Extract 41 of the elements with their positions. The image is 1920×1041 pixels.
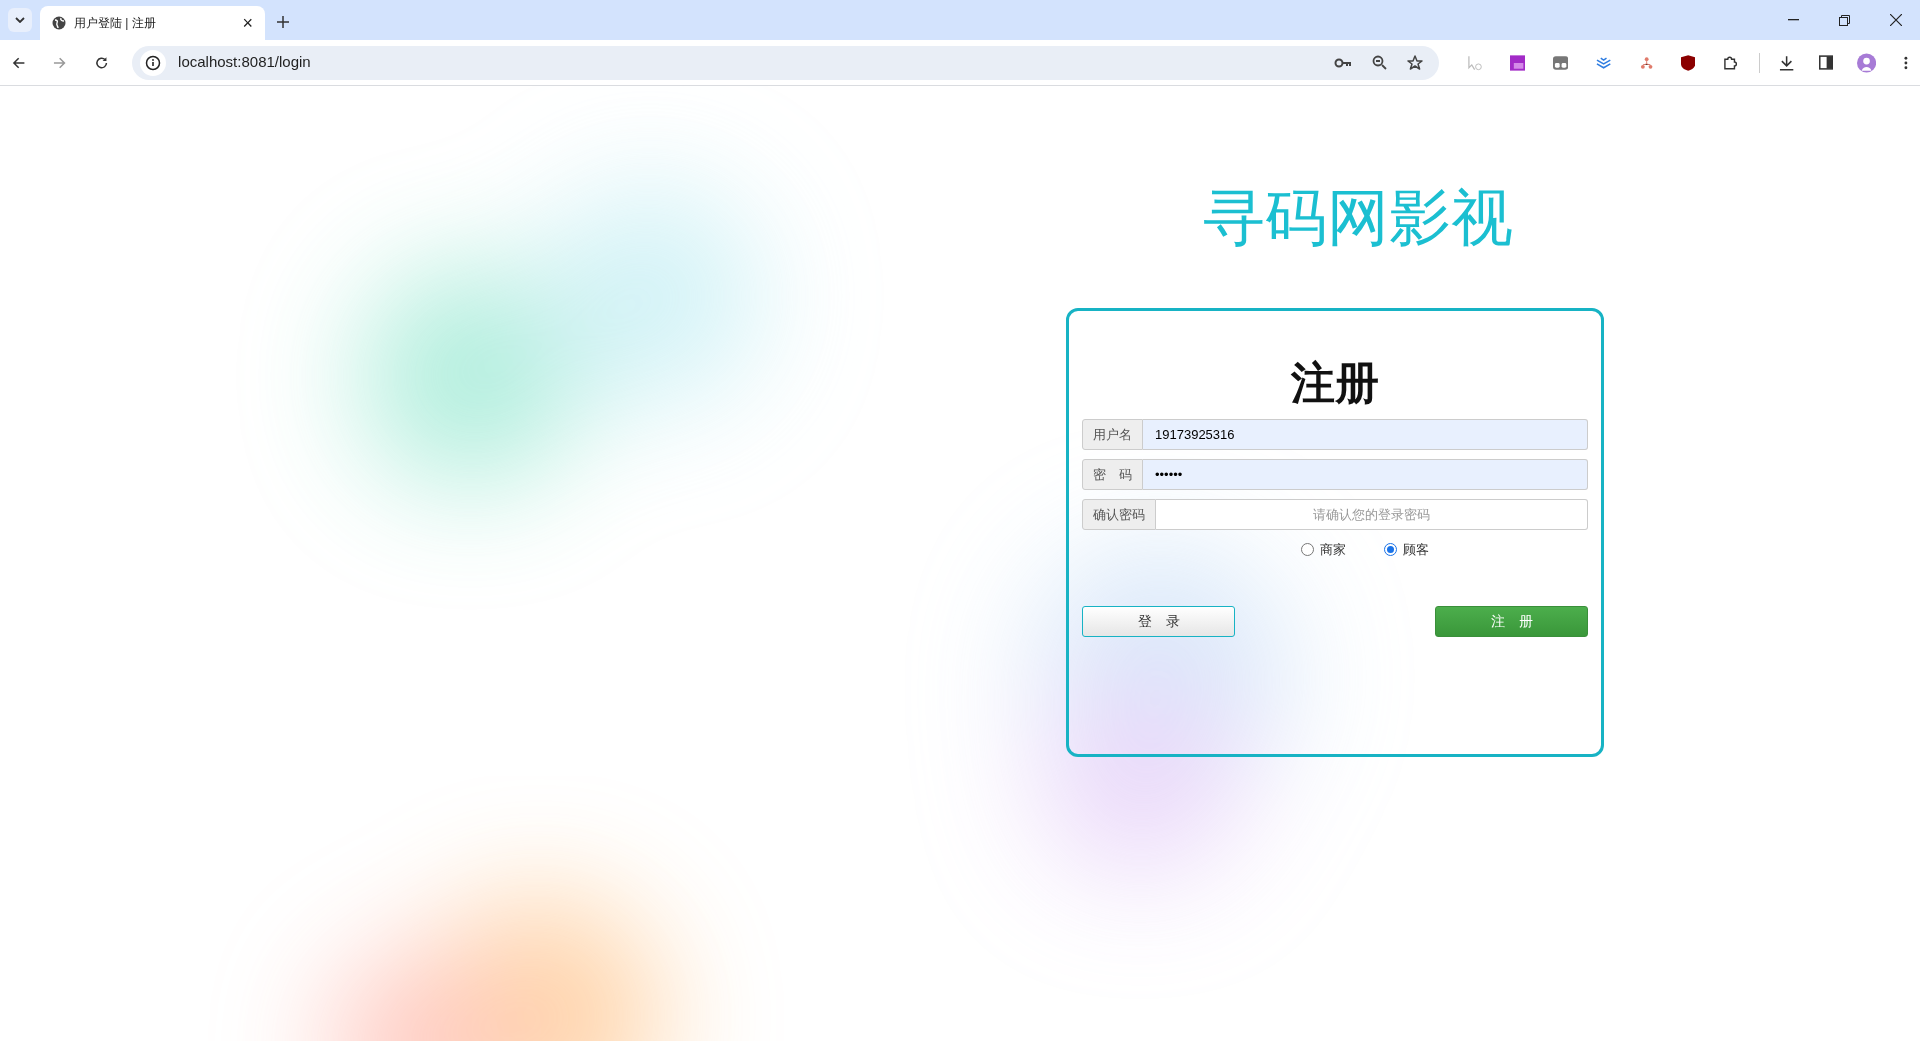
- avatar-icon[interactable]: [1857, 52, 1877, 73]
- close-icon[interactable]: [1890, 14, 1902, 26]
- forward-icon[interactable]: [53, 55, 67, 70]
- form-heading: 注册: [1290, 357, 1380, 409]
- zoom-icon[interactable]: [1371, 55, 1387, 70]
- radio-label: 顾客: [1403, 541, 1429, 559]
- browser-tab[interactable]: 用户登陆 | 注册 ×: [40, 6, 265, 40]
- minimize-icon[interactable]: [1788, 19, 1799, 21]
- site-title: 寻码网影视: [1202, 182, 1514, 254]
- network-icon[interactable]: [1639, 55, 1653, 70]
- login-button[interactable]: 登 录: [1082, 605, 1235, 637]
- reload-icon[interactable]: [94, 55, 109, 70]
- input-field[interactable]: 19173925316: [1143, 419, 1588, 450]
- key-icon[interactable]: [1333, 57, 1352, 68]
- info-icon[interactable]: [140, 49, 167, 76]
- field-label: 确认密码: [1082, 499, 1156, 530]
- tab-list-button[interactable]: [8, 8, 32, 32]
- extension-icon[interactable]: [1509, 54, 1526, 71]
- star-icon[interactable]: [1406, 54, 1423, 71]
- address-bar[interactable]: localhost:8081/login: [132, 45, 1439, 80]
- url-text: localhost:8081/login: [178, 52, 312, 73]
- field-label: 密 码: [1082, 459, 1143, 490]
- extension-icon[interactable]: [1553, 55, 1569, 70]
- back-icon[interactable]: [12, 55, 26, 70]
- radio-button[interactable]: [1301, 543, 1314, 557]
- new-tab-icon[interactable]: [277, 16, 289, 28]
- chevron-down-icon: [15, 17, 25, 23]
- radio-label: 商家: [1320, 541, 1346, 559]
- layers-icon[interactable]: [1596, 55, 1612, 70]
- input-field[interactable]: 请确认您的登录密码: [1156, 499, 1588, 530]
- tab-title: 用户登陆 | 注册: [74, 15, 157, 32]
- field-label: 用户名: [1082, 419, 1143, 450]
- menu-icon[interactable]: [1904, 55, 1908, 70]
- shield-icon[interactable]: [1680, 54, 1696, 71]
- globe-icon: [52, 16, 66, 30]
- puzzle-icon[interactable]: [1723, 54, 1739, 71]
- download-icon[interactable]: [1779, 54, 1795, 71]
- tab-close-button[interactable]: ×: [242, 14, 253, 32]
- restore-icon[interactable]: [1839, 14, 1850, 26]
- input-field[interactable]: ••••••: [1143, 459, 1588, 490]
- side-panel-icon[interactable]: [1818, 55, 1834, 70]
